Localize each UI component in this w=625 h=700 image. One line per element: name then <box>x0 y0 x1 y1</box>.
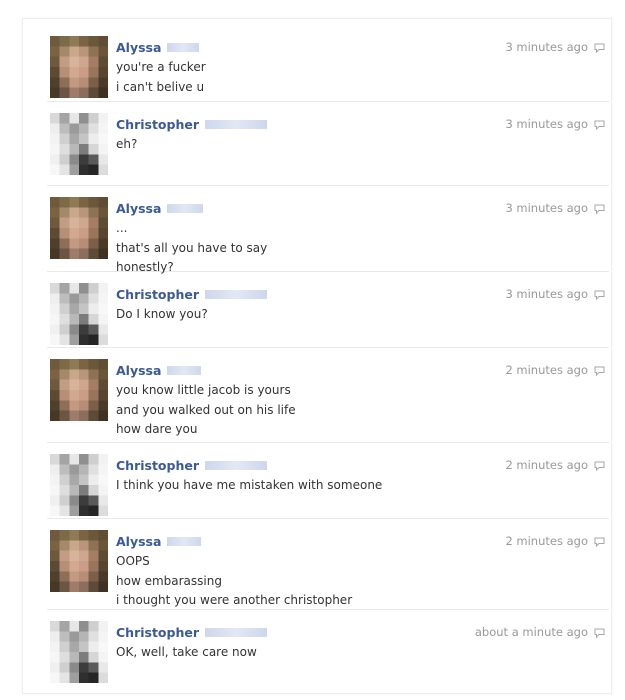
message-text: eh? <box>116 137 138 151</box>
redacted-surname <box>205 290 268 299</box>
message-text: i thought you were another christopher <box>116 593 353 607</box>
timestamp[interactable]: about a minute ago <box>475 625 588 639</box>
message-thread: Alyssa you're a fucker i can't belive u … <box>22 18 612 694</box>
redacted-surname <box>205 120 268 129</box>
speech-bubble-icon[interactable] <box>594 536 605 548</box>
sender-name[interactable]: Alyssa <box>116 363 161 378</box>
sender-name[interactable]: Christopher <box>116 287 199 302</box>
avatar[interactable] <box>50 36 108 98</box>
avatar[interactable] <box>50 113 108 175</box>
speech-bubble-icon[interactable] <box>594 289 605 301</box>
message-item: Alyssa you know little jacob is yours an… <box>47 348 609 443</box>
message-meta: 3 minutes ago <box>505 287 605 301</box>
redacted-surname <box>167 366 202 375</box>
speech-bubble-icon[interactable] <box>594 365 605 377</box>
message-item: Christopher Do I know you? 3 minutes ago <box>47 272 609 348</box>
message-meta: about a minute ago <box>475 625 605 639</box>
message-body: Christopher OK, well, take care now <box>116 623 446 663</box>
message-text: OK, well, take care now <box>116 645 257 659</box>
avatar[interactable] <box>50 621 108 683</box>
redacted-surname <box>205 628 268 637</box>
redacted-surname <box>167 43 200 52</box>
message-item: Christopher eh? 3 minutes ago <box>47 102 609 186</box>
sender-name[interactable]: Christopher <box>116 458 199 473</box>
redacted-surname <box>167 204 204 213</box>
timestamp[interactable]: 2 minutes ago <box>505 534 588 548</box>
timestamp[interactable]: 3 minutes ago <box>505 287 588 301</box>
message-text: i can't belive u <box>116 79 205 94</box>
message-item: Christopher I think you have me mistaken… <box>47 443 609 519</box>
message-text: ... <box>116 221 128 235</box>
message-text: you know little jacob is yours <box>116 383 291 397</box>
message-meta: 2 minutes ago <box>505 458 605 472</box>
message-text: OOPS <box>116 554 150 568</box>
message-meta: 3 minutes ago <box>505 117 605 131</box>
message-item: Alyssa you're a fucker i can't belive u … <box>47 25 609 102</box>
redacted-surname <box>205 461 268 470</box>
avatar[interactable] <box>50 454 108 516</box>
message-item: Alyssa ... that's all you have to say ho… <box>47 186 609 274</box>
message-body: Alyssa you know little jacob is yours an… <box>116 361 446 440</box>
message-meta: 2 minutes ago <box>505 534 605 548</box>
message-item: Christopher OK, well, take care now abou… <box>47 610 609 690</box>
message-text: that's all you have to say <box>116 240 268 255</box>
timestamp[interactable]: 3 minutes ago <box>505 40 588 54</box>
message-body: Christopher eh? <box>116 115 446 155</box>
timestamp[interactable]: 2 minutes ago <box>505 363 588 377</box>
message-text: you're a fucker <box>116 60 206 74</box>
sender-name[interactable]: Christopher <box>116 625 199 640</box>
message-body: Alyssa OOPS how embarassing i thought yo… <box>116 532 446 611</box>
avatar[interactable] <box>50 283 108 345</box>
sender-name[interactable]: Christopher <box>116 117 199 132</box>
redacted-surname <box>167 537 202 546</box>
message-meta: 2 minutes ago <box>505 363 605 377</box>
message-text: how embarassing <box>116 573 222 588</box>
speech-bubble-icon[interactable] <box>594 119 605 131</box>
message-item: Alyssa OOPS how embarassing i thought yo… <box>47 519 609 610</box>
avatar[interactable] <box>50 530 108 592</box>
avatar[interactable] <box>50 197 108 259</box>
speech-bubble-icon[interactable] <box>594 460 605 472</box>
message-text: Do I know you? <box>116 307 208 321</box>
avatar[interactable] <box>50 359 108 421</box>
message-body: Christopher I think you have me mistaken… <box>116 456 446 496</box>
sender-name[interactable]: Alyssa <box>116 534 161 549</box>
timestamp[interactable]: 2 minutes ago <box>505 458 588 472</box>
message-meta: 3 minutes ago <box>505 201 605 215</box>
message-text: I think you have me mistaken with someon… <box>116 478 383 492</box>
message-body: Alyssa ... that's all you have to say ho… <box>116 199 446 278</box>
speech-bubble-icon[interactable] <box>594 203 605 215</box>
speech-bubble-icon[interactable] <box>594 627 605 639</box>
message-body: Alyssa you're a fucker i can't belive u <box>116 38 446 97</box>
speech-bubble-icon[interactable] <box>594 42 605 54</box>
timestamp[interactable]: 3 minutes ago <box>505 201 588 215</box>
message-body: Christopher Do I know you? <box>116 285 446 325</box>
message-meta: 3 minutes ago <box>505 40 605 54</box>
sender-name[interactable]: Alyssa <box>116 201 161 216</box>
message-text: and you walked out on his life <box>116 402 296 417</box>
message-text: how dare you <box>116 422 198 436</box>
sender-name[interactable]: Alyssa <box>116 40 161 55</box>
timestamp[interactable]: 3 minutes ago <box>505 117 588 131</box>
